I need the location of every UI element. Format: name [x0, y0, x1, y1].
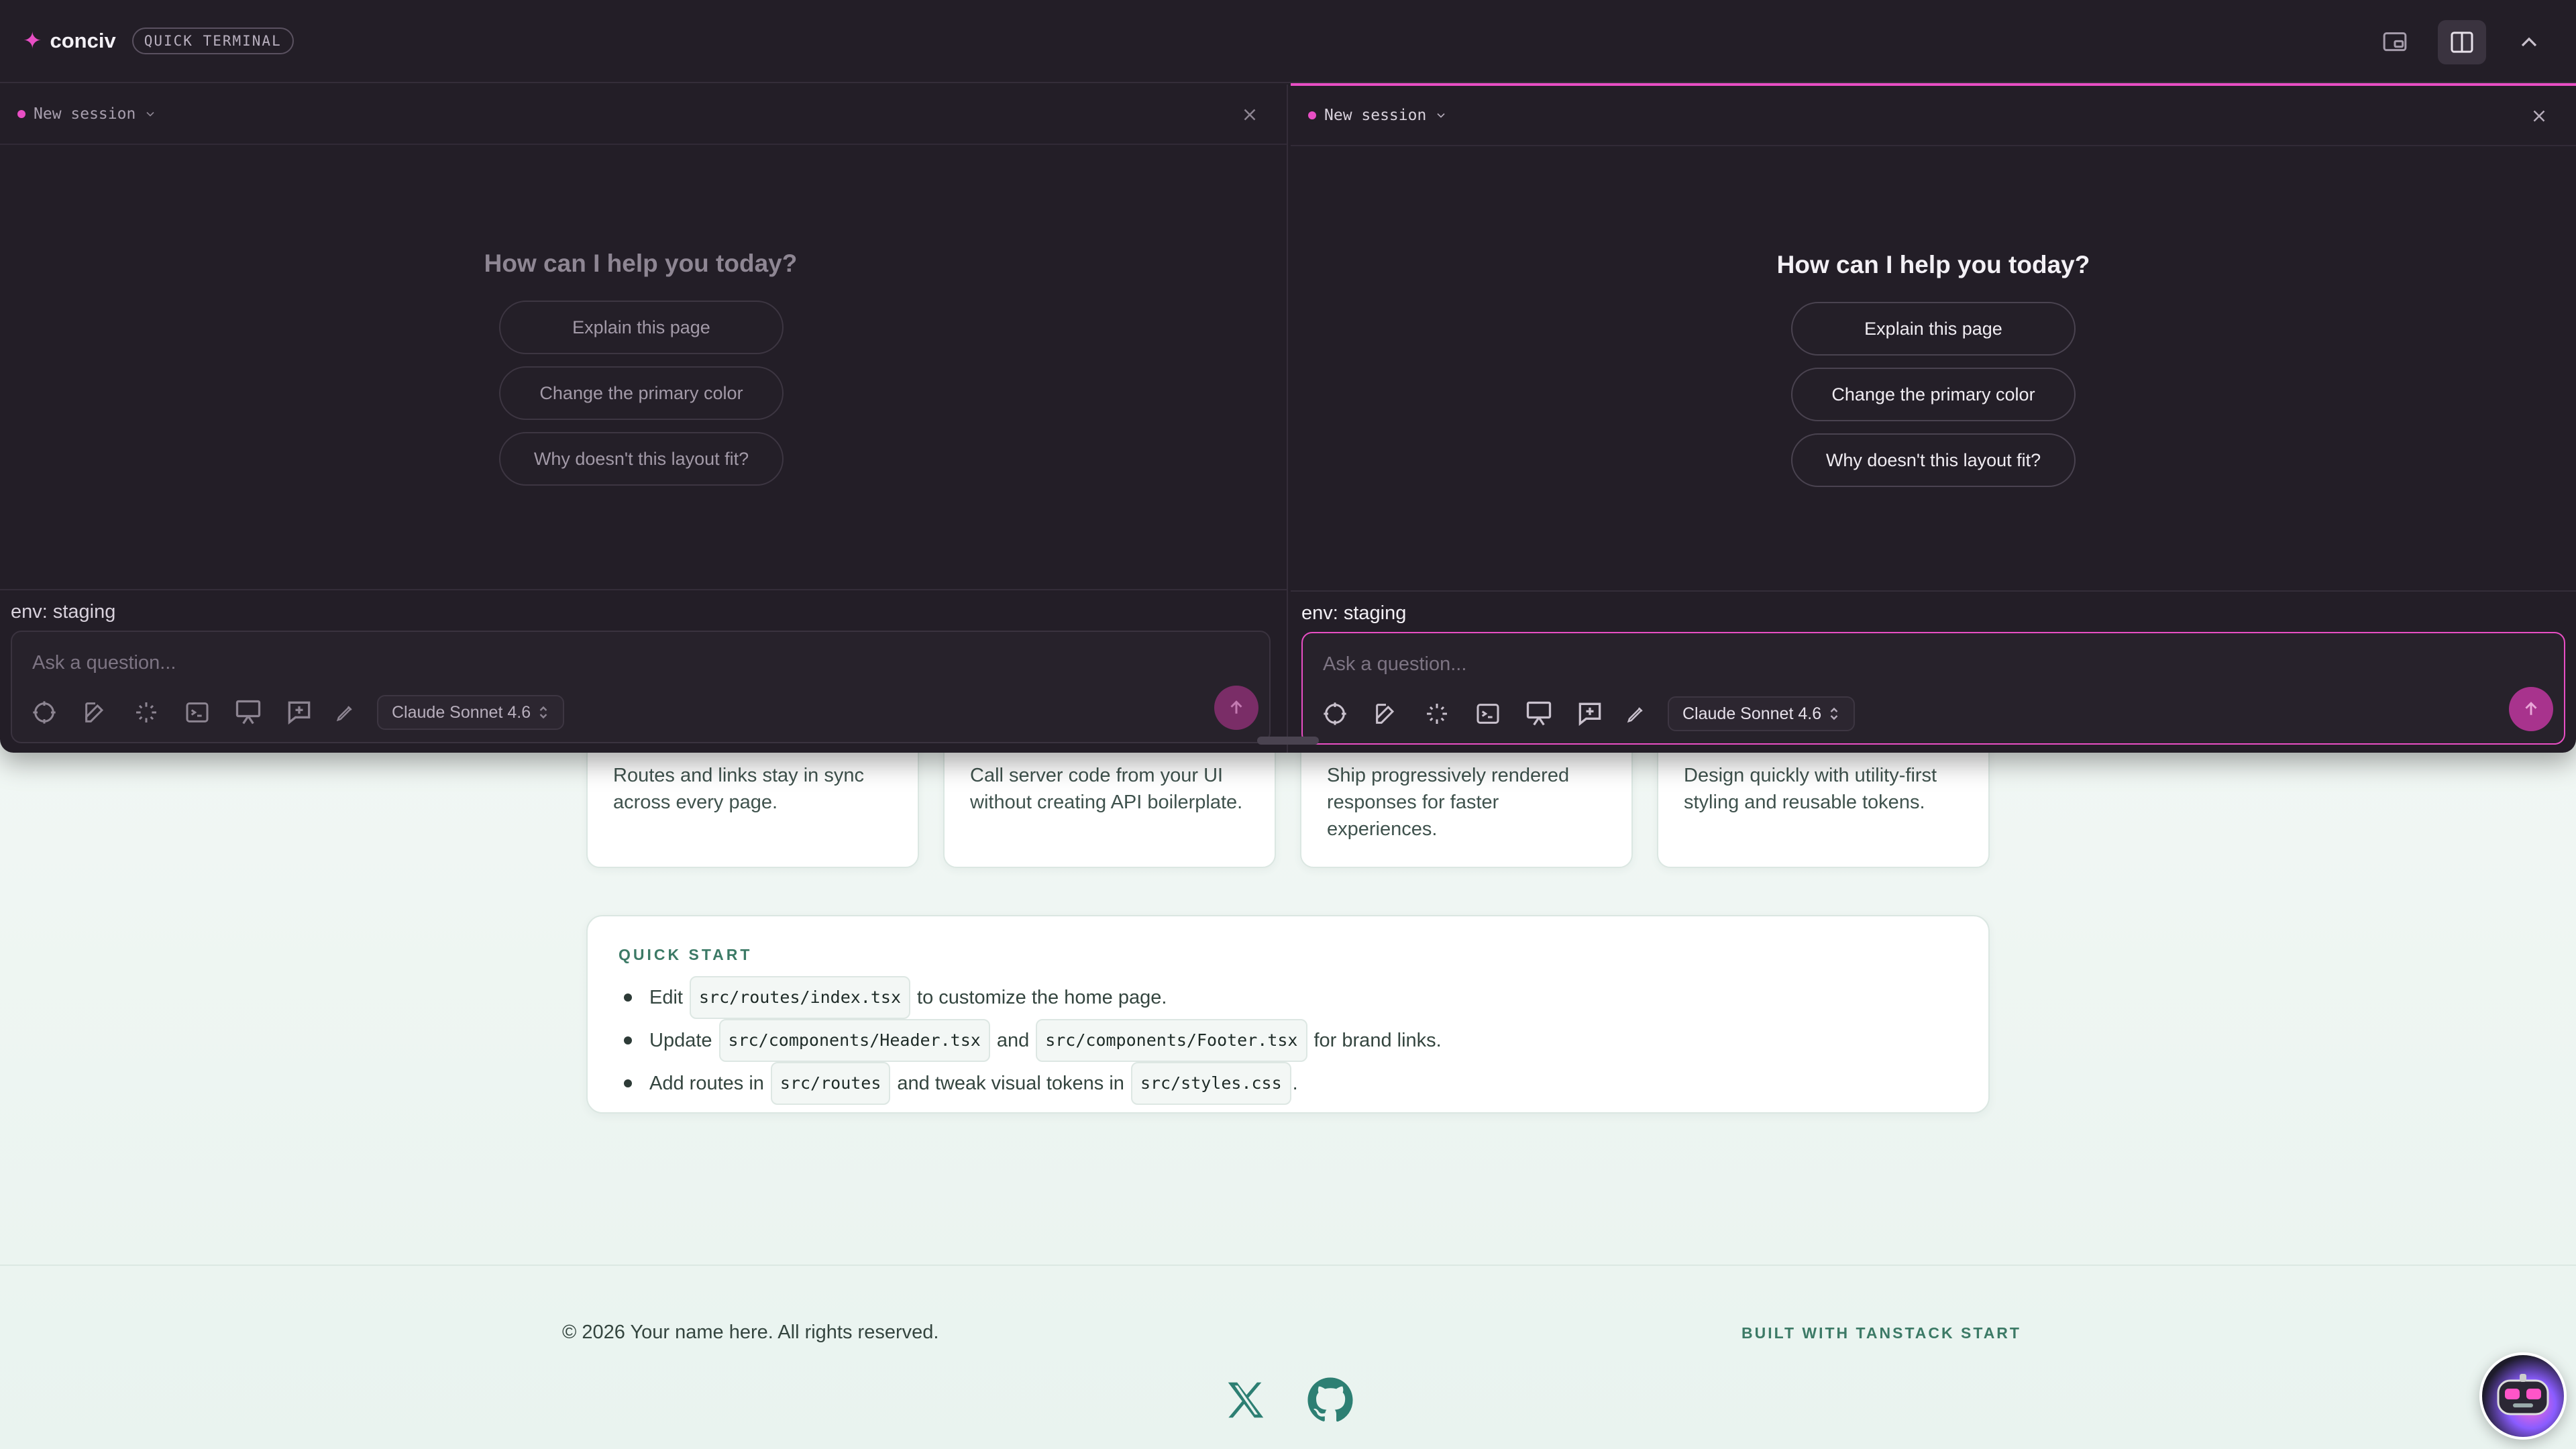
- env-label: env: staging: [11, 601, 116, 623]
- close-icon[interactable]: [1240, 105, 1260, 125]
- x-logo-icon[interactable]: [1222, 1377, 1269, 1424]
- session-header: New session: [1291, 86, 2576, 146]
- built-with-link[interactable]: BUILT WITH TANSTACK START: [1741, 1324, 2021, 1342]
- pane-divider: [1291, 590, 2576, 592]
- crosshair-icon[interactable]: [30, 698, 59, 727]
- terminal-icon[interactable]: [1473, 699, 1503, 729]
- model-selector[interactable]: Claude Sonnet 4.6: [377, 695, 565, 730]
- list-text: .: [1292, 1073, 1298, 1094]
- brand-name: conciv: [50, 29, 116, 52]
- terminal-topbar: ✦ conciv QUICK TERMINAL: [0, 0, 2576, 83]
- code-snippet: src/routes: [770, 1062, 891, 1105]
- model-name: Claude Sonnet 4.6: [1682, 704, 1822, 723]
- session-header: New session: [0, 85, 1287, 145]
- pane-divider: [0, 589, 1287, 590]
- model-selector[interactable]: Claude Sonnet 4.6: [1668, 696, 1856, 731]
- input-toolbar: Claude Sonnet 4.6: [1320, 696, 1856, 731]
- pen-icon[interactable]: [335, 698, 356, 727]
- chevron-down-icon[interactable]: [1434, 109, 1448, 122]
- crosshair-icon[interactable]: [1320, 699, 1350, 729]
- chevron-updown-icon: [1830, 707, 1838, 720]
- list-item: Update src/components/Header.tsx and src…: [619, 1019, 1957, 1062]
- pen-icon[interactable]: [1626, 699, 1646, 729]
- question-input[interactable]: Ask a question...: [1323, 653, 1466, 676]
- split-view-icon: [2451, 32, 2473, 53]
- sparkles-icon[interactable]: [1422, 699, 1452, 729]
- quick-start-panel: QUICK START Edit src/routes/index.tsx to…: [586, 915, 1990, 1114]
- list-text: to customize the home page.: [917, 987, 1167, 1008]
- status-dot: [1308, 111, 1316, 119]
- greeting-heading: How can I help you today?: [484, 250, 798, 277]
- session-pane-right: New session How can I help you today? Ex…: [1291, 83, 2576, 751]
- terminal-icon[interactable]: [182, 698, 212, 727]
- arrow-up-icon: [2525, 702, 2537, 715]
- arrow-up-icon: [1230, 700, 1242, 714]
- code-snippet: src/routes/index.tsx: [689, 976, 911, 1019]
- status-dot: [17, 110, 25, 118]
- question-input[interactable]: Ask a question...: [32, 652, 176, 674]
- topbar-actions: [2371, 20, 2553, 64]
- session-selector[interactable]: New session: [1324, 107, 1426, 124]
- input-toolbar: Claude Sonnet 4.6: [30, 695, 565, 730]
- resize-handle[interactable]: [1257, 737, 1319, 745]
- list-text: and: [996, 1030, 1030, 1051]
- suggestion-button[interactable]: Change the primary color: [1791, 368, 2076, 421]
- list-text: for brand links.: [1313, 1030, 1442, 1051]
- feature-card-text: Call server code from your UI without cr…: [970, 765, 1243, 813]
- collapse-button[interactable]: [2505, 20, 2553, 64]
- list-text: Edit: [649, 987, 683, 1008]
- env-label: env: staging: [1301, 602, 1407, 624]
- code-snippet: src/components/Footer.tsx: [1036, 1019, 1307, 1062]
- suggestion-button[interactable]: Change the primary color: [499, 366, 784, 420]
- code-snippet: src/components/Header.tsx: [718, 1019, 990, 1062]
- question-input-box[interactable]: Ask a question... Claude Sonnet 4.6: [1301, 632, 2565, 745]
- chevron-updown-icon: [539, 706, 547, 719]
- suggestion-button[interactable]: Explain this page: [499, 301, 784, 354]
- model-name: Claude Sonnet 4.6: [392, 702, 531, 722]
- send-button[interactable]: [1214, 686, 1258, 730]
- greeting-heading: How can I help you today?: [1776, 251, 2090, 278]
- quick-start-title: QUICK START: [619, 946, 753, 963]
- feature-card-text: Design quickly with utility-first stylin…: [1684, 765, 1937, 813]
- chevron-up-icon: [2521, 37, 2537, 47]
- suggestion-button[interactable]: Why doesn't this layout fit?: [499, 432, 784, 486]
- list-item: Add routes in src/routes and tweak visua…: [619, 1062, 1957, 1105]
- presentation-icon[interactable]: [233, 698, 263, 727]
- mascot-robot-icon[interactable]: [2479, 1352, 2567, 1440]
- github-icon[interactable]: [1307, 1377, 1354, 1424]
- quick-terminal: ✦ conciv QUICK TERMINAL New session How …: [0, 0, 2576, 753]
- picture-in-picture-icon: [2383, 32, 2407, 52]
- suggestion-button[interactable]: Explain this page: [1791, 302, 2076, 356]
- message-plus-icon[interactable]: [1575, 699, 1605, 729]
- chevron-down-icon[interactable]: [144, 107, 157, 121]
- footer-divider: [0, 1265, 2576, 1266]
- message-plus-icon[interactable]: [284, 698, 314, 727]
- edit-icon[interactable]: [1371, 699, 1401, 729]
- list-text: Update: [649, 1030, 712, 1051]
- question-input-box[interactable]: Ask a question... Claude Sonnet 4.6: [11, 631, 1271, 743]
- sparkle-icon: ✦: [23, 28, 42, 54]
- list-text: and tweak visual tokens in: [897, 1073, 1124, 1094]
- sparkles-icon[interactable]: [131, 698, 161, 727]
- code-snippet: src/styles.css: [1130, 1062, 1291, 1105]
- presentation-icon[interactable]: [1524, 699, 1554, 729]
- footer-copyright: © 2026 Your name here. All rights reserv…: [562, 1322, 939, 1343]
- mode-badge: QUICK TERMINAL: [131, 28, 294, 54]
- feature-card-text: Routes and links stay in sync across eve…: [613, 765, 864, 813]
- quick-start-list: Edit src/routes/index.tsx to customize t…: [619, 976, 1957, 1105]
- split-view-button[interactable]: [2438, 20, 2486, 64]
- session-selector[interactable]: New session: [34, 105, 136, 123]
- suggestion-button[interactable]: Why doesn't this layout fit?: [1791, 433, 2076, 487]
- feature-card-text: Ship progressively rendered responses fo…: [1327, 765, 1570, 840]
- close-icon[interactable]: [2529, 106, 2549, 126]
- picture-in-picture-button[interactable]: [2371, 20, 2419, 64]
- send-button[interactable]: [2509, 687, 2553, 731]
- edit-icon[interactable]: [80, 698, 110, 727]
- session-pane-left: New session How can I help you today? Ex…: [0, 85, 1288, 753]
- list-item: Edit src/routes/index.tsx to customize t…: [619, 976, 1957, 1019]
- list-text: Add routes in: [649, 1073, 764, 1094]
